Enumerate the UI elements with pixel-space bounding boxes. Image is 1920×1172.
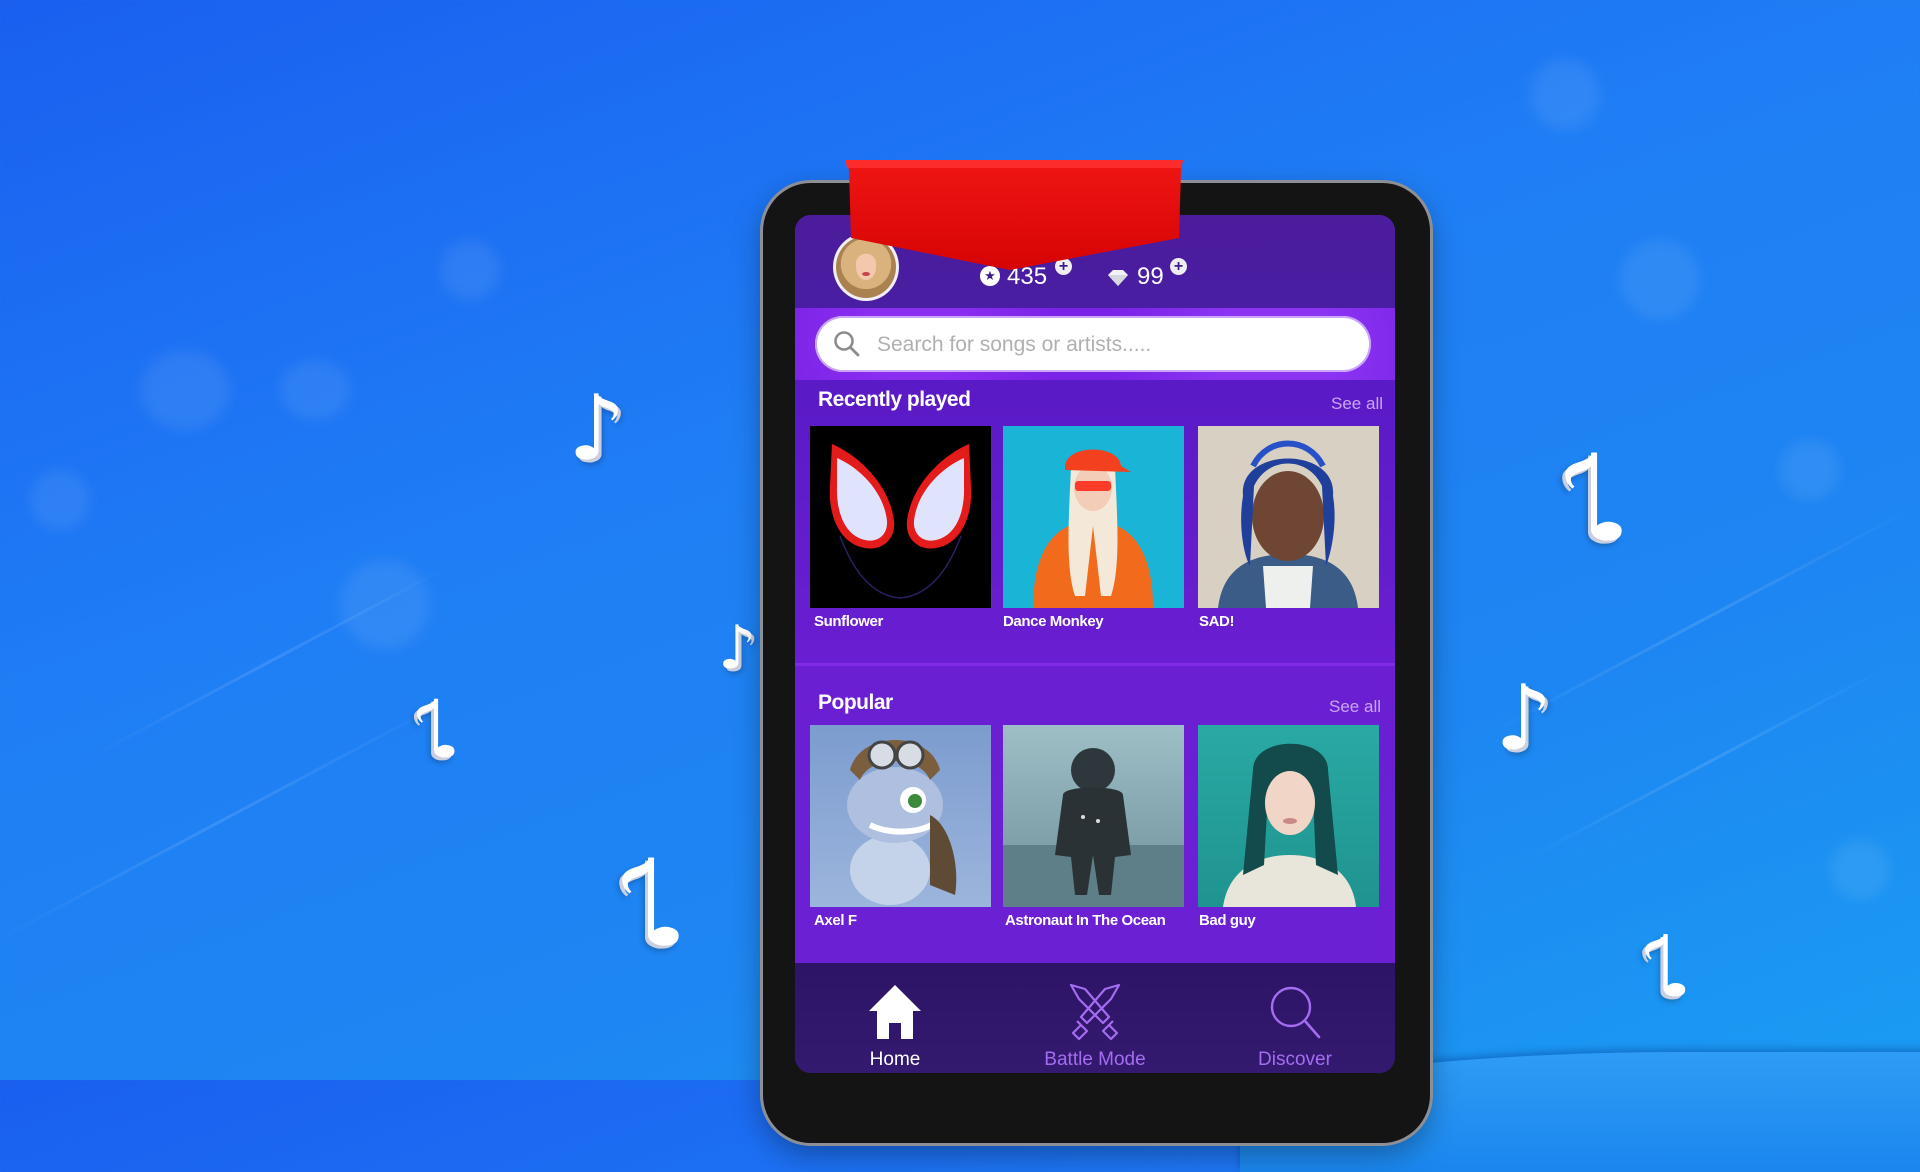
bokeh-light	[1620, 240, 1700, 320]
avatar-lips	[862, 272, 870, 276]
section-divider	[795, 663, 1395, 666]
nav-discover[interactable]: Discover	[1195, 963, 1395, 1073]
bokeh-light	[280, 360, 350, 420]
bokeh-light	[1830, 840, 1890, 900]
album-tile-bad-guy[interactable]	[1198, 725, 1379, 907]
album-title: Axel F	[814, 912, 857, 929]
nav-battle-mode[interactable]: Battle Mode	[995, 963, 1195, 1073]
music-note-icon: ♪	[568, 376, 626, 481]
album-tile-sunflower[interactable]	[810, 426, 991, 608]
see-all-popular-link[interactable]: See all	[1329, 697, 1381, 717]
nav-home-label: Home	[869, 1049, 921, 1070]
spider-mask-art	[829, 444, 972, 599]
search-icon	[834, 331, 860, 357]
album-title: Astronaut In The Ocean	[1005, 912, 1166, 929]
nav-battle-mode-label: Battle Mode	[1044, 1049, 1146, 1070]
crossed-swords-icon	[1069, 983, 1121, 1041]
orange-hoodie-artist-art	[1033, 449, 1153, 608]
music-note-icon: ♪	[1495, 666, 1553, 771]
home-icon	[869, 985, 921, 1039]
light-streak	[1523, 661, 1897, 862]
bokeh-light	[1780, 440, 1840, 500]
album-title: SAD!	[1199, 613, 1235, 630]
section-title-recently-played: Recently played	[818, 388, 971, 411]
music-note-icon: ♪	[1638, 918, 1693, 1017]
album-tile-axel-f[interactable]	[810, 725, 991, 907]
music-note-icon: ♪	[1555, 430, 1632, 569]
album-tile-dance-monkey[interactable]	[1003, 426, 1184, 608]
album-title: Sunflower	[814, 613, 883, 630]
music-note-icon: ♪	[718, 613, 757, 683]
crazy-frog-art	[847, 740, 957, 905]
see-all-recently-played-link[interactable]: See all	[1331, 394, 1383, 414]
search-icon	[1270, 986, 1321, 1039]
app-screen: ★ 435 + 99 + Recently played See all	[795, 215, 1395, 1073]
section-title-popular: Popular	[818, 691, 893, 714]
bottom-nav: Home Battle Mode Discover	[795, 963, 1395, 1073]
teal-hair-artist-art	[1223, 743, 1356, 907]
ribbon-banner	[845, 160, 1183, 270]
search-input[interactable]	[875, 326, 1359, 364]
content-area: Recently played See all Sunflower Dance …	[795, 380, 1395, 963]
astronaut-art	[1003, 748, 1184, 907]
search-bar[interactable]	[815, 316, 1371, 372]
blue-dreads-artist-art	[1218, 440, 1358, 608]
diamond-icon	[1108, 270, 1128, 286]
album-title: Dance Monkey	[1003, 613, 1104, 630]
bokeh-light	[140, 350, 230, 430]
bokeh-light	[340, 560, 430, 650]
search-band	[795, 308, 1395, 380]
bokeh-light	[1530, 60, 1600, 130]
music-note-icon: ♪	[410, 683, 462, 776]
album-tile-sad[interactable]	[1198, 426, 1379, 608]
bokeh-light	[440, 240, 500, 300]
light-streak	[0, 698, 451, 945]
nav-discover-label: Discover	[1258, 1049, 1332, 1070]
bokeh-light	[30, 470, 90, 530]
nav-home[interactable]: Home	[795, 963, 995, 1073]
album-title: Bad guy	[1199, 912, 1256, 929]
album-tile-astronaut-in-the-ocean[interactable]	[1003, 725, 1184, 907]
music-note-icon: ♪	[612, 835, 689, 974]
light-streak	[83, 561, 457, 762]
